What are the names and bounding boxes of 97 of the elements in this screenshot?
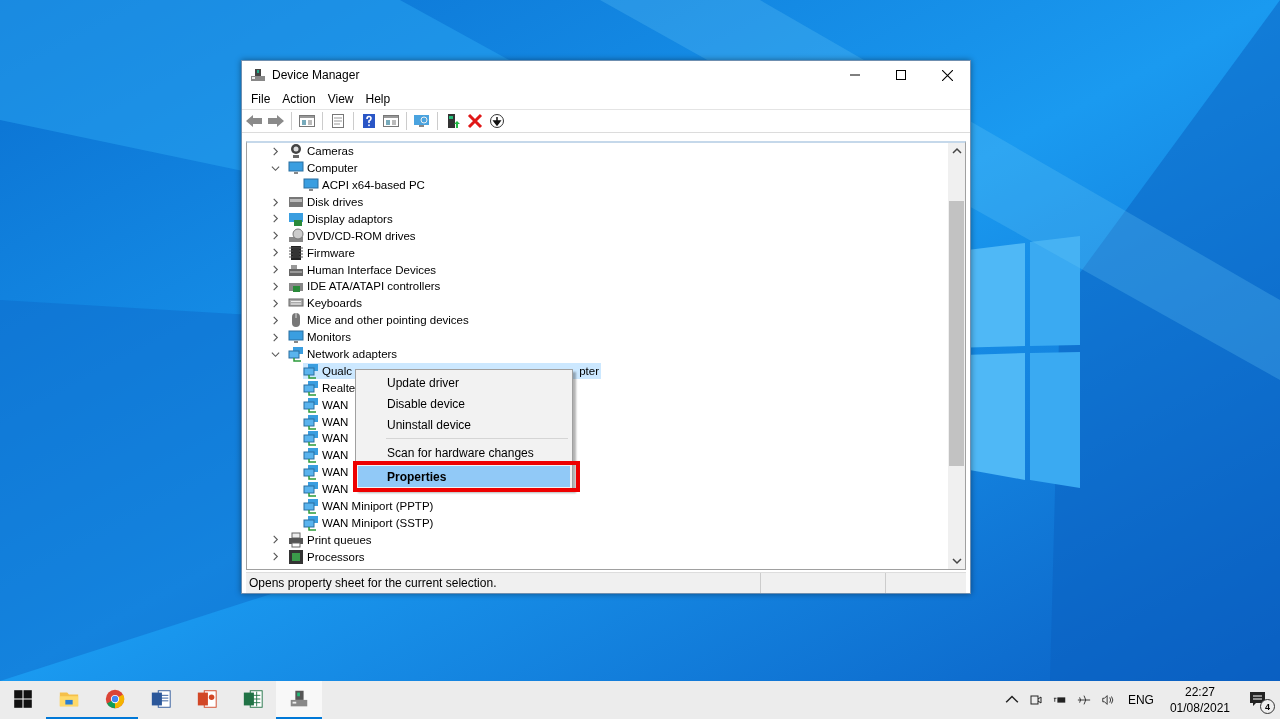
close-icon: [941, 69, 953, 81]
network-icon: [303, 514, 319, 531]
tree-item[interactable]: WAN: [303, 481, 351, 498]
menu-item[interactable]: View: [321, 91, 360, 106]
expand-chevron-icon[interactable]: [271, 214, 280, 224]
expand-chevron-icon[interactable]: [271, 332, 280, 342]
printer-icon: [288, 531, 304, 548]
menu-item[interactable]: Action: [276, 91, 322, 106]
network-icon: [303, 447, 319, 464]
tree-item[interactable]: Monitors: [288, 329, 354, 346]
browser-icon: [104, 688, 126, 710]
scroll-down-icon[interactable]: [951, 556, 962, 566]
tree-item[interactable]: DVD/CD-ROM drives: [288, 227, 418, 244]
tree-item[interactable]: WAN: [303, 413, 351, 430]
collapse-chevron-icon[interactable]: [271, 163, 280, 173]
expand-chevron-icon[interactable]: [271, 552, 280, 562]
monitor-icon: [303, 177, 319, 194]
dvd-icon: [288, 227, 304, 244]
tree-item[interactable]: WAN: [303, 464, 351, 481]
tree-item[interactable]: WAN: [303, 430, 351, 447]
windows-logo-icon: [12, 688, 34, 710]
scroll-up-icon[interactable]: [951, 145, 962, 156]
network-icon: [303, 379, 319, 396]
chip-icon: [288, 244, 304, 261]
expand-chevron-icon[interactable]: [271, 315, 280, 325]
clock[interactable]: 22:27 01/08/2021: [1163, 684, 1236, 716]
expand-chevron-icon[interactable]: [271, 146, 280, 156]
expand-chevron-icon[interactable]: [271, 197, 280, 207]
speaker-icon[interactable]: [1100, 693, 1115, 707]
expand-chevron-icon[interactable]: [271, 248, 280, 258]
tree-item[interactable]: IDE ATA/ATAPI controllers: [288, 278, 443, 295]
collapse-chevron-icon[interactable]: [271, 349, 280, 359]
window-title: Device Manager: [272, 68, 360, 82]
airplane-icon[interactable]: [1076, 693, 1091, 707]
forward-icon[interactable]: [267, 112, 285, 129]
devmgr-taskbar-button[interactable]: [276, 681, 322, 719]
monitor-icon: [288, 160, 304, 177]
tree-item[interactable]: Display adaptors: [288, 210, 395, 227]
tree-item[interactable]: Firmware: [288, 244, 357, 261]
monitor-icon: [288, 329, 304, 346]
download-icon[interactable]: [488, 112, 506, 129]
presentation-icon: [196, 688, 218, 710]
tree-item[interactable]: Human Interface Devices: [288, 261, 439, 278]
tree-item[interactable]: Network adapters: [288, 346, 400, 363]
expand-chevron-icon[interactable]: [271, 281, 280, 291]
properties-icon[interactable]: [329, 112, 347, 129]
spreadsheet-icon: [242, 688, 264, 710]
scrollbar[interactable]: [948, 142, 965, 569]
tree-item[interactable]: Mice and other pointing devices: [288, 312, 471, 329]
device-manager-icon: [250, 67, 266, 83]
network-icon: [303, 498, 319, 515]
tree-item[interactable]: Disk drives: [288, 194, 366, 210]
camera-icon: [288, 143, 304, 160]
scrollbar-thumb[interactable]: [949, 200, 964, 466]
network-icon: [303, 430, 319, 447]
tree-item[interactable]: ACPI x64-based PC: [303, 177, 427, 194]
menu-item[interactable]: Properties: [358, 466, 570, 487]
maximize-icon: [896, 70, 906, 80]
network-icon: [303, 362, 319, 379]
network-icon: [303, 481, 319, 498]
panel-icon[interactable]: [298, 112, 316, 129]
menu-item[interactable]: Update driver: [358, 372, 570, 393]
tree-item[interactable]: WAN Miniport (SSTP): [303, 514, 436, 531]
menu-item[interactable]: Uninstall device: [358, 414, 570, 435]
panel-icon[interactable]: [382, 112, 400, 129]
back-icon[interactable]: [245, 112, 263, 129]
menu-item[interactable]: Help: [359, 91, 397, 106]
expand-chevron-icon[interactable]: [271, 231, 280, 241]
expand-chevron-icon[interactable]: [271, 298, 280, 308]
menu-item[interactable]: File: [245, 91, 277, 106]
tree-item[interactable]: WAN Miniport (PPTP): [303, 498, 436, 515]
menu-item[interactable]: Disable device: [358, 393, 570, 414]
tree-item[interactable]: Realte: [303, 379, 358, 396]
expand-chevron-icon[interactable]: [271, 535, 280, 545]
network-icon: [288, 346, 304, 363]
scan-monitor-icon[interactable]: [413, 112, 431, 129]
tree-item[interactable]: WAN: [303, 396, 351, 413]
word-document-icon: [150, 688, 172, 710]
tree-item[interactable]: WAN: [303, 447, 351, 464]
display-icon: [288, 210, 304, 227]
remove-icon[interactable]: [466, 112, 484, 129]
cpu-icon: [288, 548, 304, 565]
camera-icon[interactable]: [1028, 693, 1043, 707]
tree-item[interactable]: Keyboards: [288, 295, 364, 312]
tree-item[interactable]: Computer: [288, 160, 360, 177]
network-icon: [303, 464, 319, 481]
expand-chevron-icon[interactable]: [271, 265, 280, 275]
notification-button[interactable]: 4: [1236, 681, 1280, 719]
tree-item[interactable]: Cameras: [288, 143, 356, 160]
help-icon[interactable]: [360, 112, 378, 129]
tree-item[interactable]: Print queues: [288, 531, 374, 548]
language-indicator[interactable]: ENG: [1127, 693, 1154, 707]
status-text: Opens property sheet for the current selection.: [248, 576, 498, 590]
tree-item[interactable]: Processors: [288, 548, 367, 565]
network-icon: [303, 413, 319, 430]
menu-item[interactable]: Scan for hardware changes: [358, 442, 570, 463]
network-icon: [303, 396, 319, 413]
